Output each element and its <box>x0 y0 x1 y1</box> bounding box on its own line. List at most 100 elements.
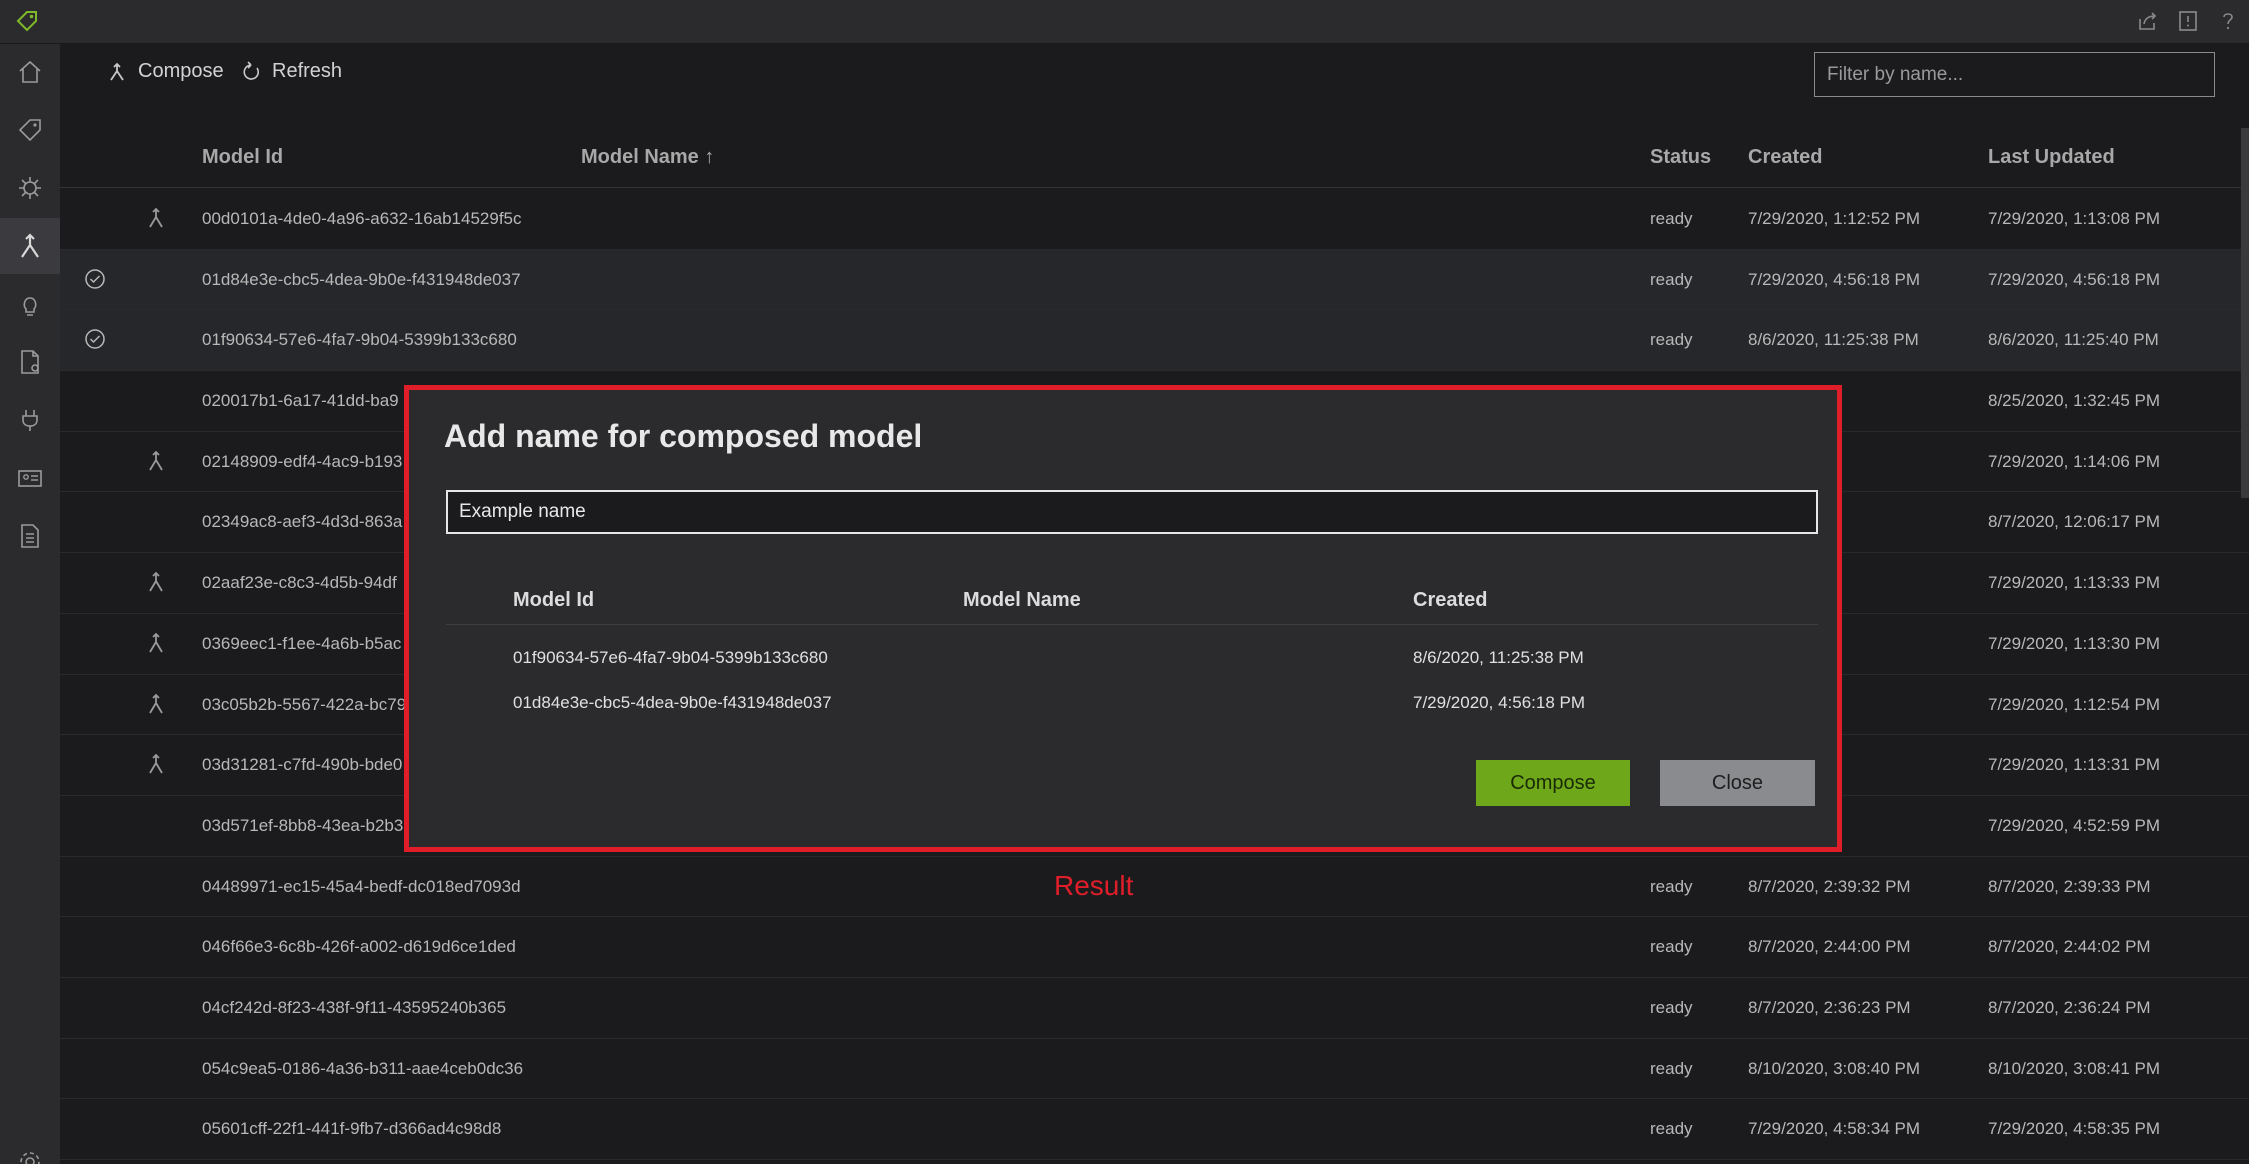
col-header-last-updated[interactable]: Last Updated <box>1988 146 2115 169</box>
table-row[interactable]: 046f66e3-6c8b-426f-a002-d619d6ce1ded read… <box>60 917 2249 978</box>
compose-model-dialog: Add name for composed model Model Id Mod… <box>404 385 1842 852</box>
compose-icon <box>21 233 39 258</box>
table-row[interactable]: 05601cff-22f1-441f-9fb7-d366ad4c98d8 read… <box>60 1099 2249 1160</box>
row-model-id: 0369eec1-f1ee-4a6b-b5ac <box>202 633 402 653</box>
nav-home[interactable] <box>0 44 60 100</box>
row-model-id: 05601cff-22f1-441f-9fb7-d366ad4c98d8 <box>202 1119 502 1139</box>
row-created: 8/7/2020, 2:36:23 PM <box>1748 997 1911 1017</box>
compose-icon <box>149 450 163 471</box>
row-last-updated: 8/6/2020, 11:25:40 PM <box>1988 330 2159 350</box>
row-last-updated: 7/29/2020, 1:14:06 PM <box>1988 451 2161 471</box>
dialog-close-button[interactable]: Close <box>1660 760 1815 806</box>
row-created: 8/6/2020, 11:25:38 PM <box>1748 330 1919 350</box>
sort-ascending-icon: ↑ <box>704 146 715 168</box>
compose-icon <box>149 632 163 653</box>
compose-command-label: Compose <box>138 60 224 82</box>
compose-icon <box>149 753 163 774</box>
row-model-id: 00d0101a-4de0-4a96-a632-16ab14529f5c <box>202 209 522 228</box>
help-icon[interactable] <box>2215 8 2241 34</box>
check-circle-icon[interactable] <box>83 327 107 351</box>
row-last-updated: 8/7/2020, 12:06:17 PM <box>1988 512 2161 532</box>
row-created: 8/7/2020, 2:44:00 PM <box>1748 937 1911 957</box>
nav-connections[interactable] <box>0 392 60 448</box>
row-status: ready <box>1650 876 1693 896</box>
dialog-col-created: Created <box>1413 589 1488 611</box>
row-last-updated: 8/7/2020, 2:44:02 PM <box>1988 937 2151 957</box>
col-header-model-name-label: Model Name <box>581 146 699 168</box>
table-row[interactable]: 01f90634-57e6-4fa7-9b04-5399b133c680 read… <box>60 310 2249 372</box>
nav-settings[interactable] <box>0 1134 60 1164</box>
compose-icon <box>149 571 163 592</box>
col-header-created[interactable]: Created <box>1748 146 1822 169</box>
feedback-icon[interactable] <box>2175 8 2201 34</box>
row-created: 7/29/2020, 4:58:34 PM <box>1748 1119 1921 1139</box>
nav-doc-settings[interactable] <box>0 334 60 390</box>
compose-command-button[interactable]: Compose <box>106 60 224 83</box>
settings-icon <box>20 1152 40 1164</box>
result-annotation-label: Result <box>1054 870 1134 901</box>
row-model-id: 054c9ea5-0186-4a36-b311-aae4ceb0dc36 <box>202 1058 524 1078</box>
tag-icon <box>18 119 41 142</box>
row-model-id: 03c05b2b-5567-422a-bc79 <box>202 694 407 714</box>
nav-contact[interactable] <box>0 450 60 506</box>
row-last-updated: 7/29/2020, 4:58:35 PM <box>1988 1119 2161 1139</box>
row-status: ready <box>1650 937 1693 957</box>
table-row[interactable]: 054c9ea5-0186-4a36-b311-aae4ceb0dc36 read… <box>60 1039 2249 1100</box>
compose-icon <box>149 207 163 228</box>
home-icon <box>19 60 41 83</box>
row-model-id: 04cf242d-8f23-438f-9f11-43595240b365 <box>202 997 507 1017</box>
row-model-id: 02349ac8-aef3-4d3d-863a <box>202 512 403 532</box>
table-row[interactable]: 04cf242d-8f23-438f-9f11-43595240b365 read… <box>60 978 2249 1039</box>
check-circle-icon[interactable] <box>83 267 107 291</box>
nav-compose[interactable] <box>0 218 60 274</box>
document-list-icon <box>21 524 39 548</box>
row-created: 8/7/2020, 2:39:32 PM <box>1748 876 1911 896</box>
filter-by-name-input[interactable] <box>1814 52 2215 97</box>
row-last-updated: 8/25/2020, 1:32:45 PM <box>1988 391 2161 411</box>
dialog-col-model-id: Model Id <box>513 589 595 611</box>
nav-insights[interactable] <box>0 276 60 332</box>
table-row[interactable]: 00d0101a-4de0-4a96-a632-16ab14529f5c read… <box>60 189 2249 250</box>
contact-card-icon <box>18 470 42 487</box>
row-last-updated: 8/7/2020, 2:39:33 PM <box>1988 876 2151 896</box>
col-header-model-name[interactable]: Model Name ↑ <box>581 146 714 169</box>
row-status: ready <box>1650 269 1693 289</box>
refresh-command-label: Refresh <box>272 60 343 82</box>
row-created: 7/29/2020, 4:56:18 PM <box>1748 269 1921 289</box>
plug-icon <box>22 410 38 431</box>
row-last-updated: 8/7/2020, 2:36:24 PM <box>1988 997 2151 1017</box>
table-scrollbar[interactable] <box>2241 128 2249 498</box>
row-model-id: 03d31281-c7fd-490b-bde0 <box>202 755 403 775</box>
document-settings-icon <box>21 350 39 374</box>
dialog-row-model-id: 01d84e3e-cbc5-4dea-9b0e-f431948de037 <box>513 693 832 712</box>
dialog-title: Add name for composed model <box>444 418 923 454</box>
nav-doc-list[interactable] <box>0 508 60 564</box>
dialog-table-header: Model Id Model Name Created <box>446 583 1818 625</box>
row-last-updated: 7/29/2020, 4:56:18 PM <box>1988 269 2161 289</box>
refresh-command-button[interactable]: Refresh <box>240 60 342 83</box>
dialog-col-model-name: Model Name <box>963 589 1081 611</box>
row-status: ready <box>1650 209 1693 228</box>
refresh-icon <box>243 60 260 80</box>
row-model-id: 03d571ef-8bb8-43ea-b2b3 <box>202 815 404 835</box>
nav-train[interactable] <box>0 160 60 216</box>
share-icon[interactable] <box>2135 8 2161 34</box>
models-table-header: Model Id Model Name ↑ Status Created Las… <box>60 128 2249 188</box>
table-row[interactable]: 04489971-ec15-45a4-bedf-dc018ed7093d read… <box>60 857 2249 918</box>
nav-tags[interactable] <box>0 102 60 158</box>
col-header-status[interactable]: Status <box>1650 146 1711 169</box>
composed-model-name-input[interactable] <box>446 490 1818 534</box>
dialog-row-created: 8/6/2020, 11:25:38 PM <box>1413 648 1584 667</box>
compose-icon <box>110 62 124 80</box>
col-header-model-id[interactable]: Model Id <box>202 146 283 169</box>
table-row[interactable]: 01d84e3e-cbc5-4dea-9b0e-f431948de037 read… <box>60 249 2249 311</box>
row-model-id: 02148909-edf4-4ac9-b193 <box>202 451 403 471</box>
row-status: ready <box>1650 997 1693 1017</box>
row-status: ready <box>1650 330 1693 350</box>
row-last-updated: 7/29/2020, 1:13:08 PM <box>1988 209 2161 228</box>
dialog-compose-button[interactable]: Compose <box>1476 760 1630 806</box>
dialog-row-created: 7/29/2020, 4:56:18 PM <box>1413 693 1586 712</box>
row-last-updated: 7/29/2020, 4:52:59 PM <box>1988 815 2161 835</box>
row-created: 8/10/2020, 3:08:40 PM <box>1748 1058 1921 1078</box>
dialog-table-row: 01f90634-57e6-4fa7-9b04-5399b133c680 8/6… <box>446 636 1818 681</box>
